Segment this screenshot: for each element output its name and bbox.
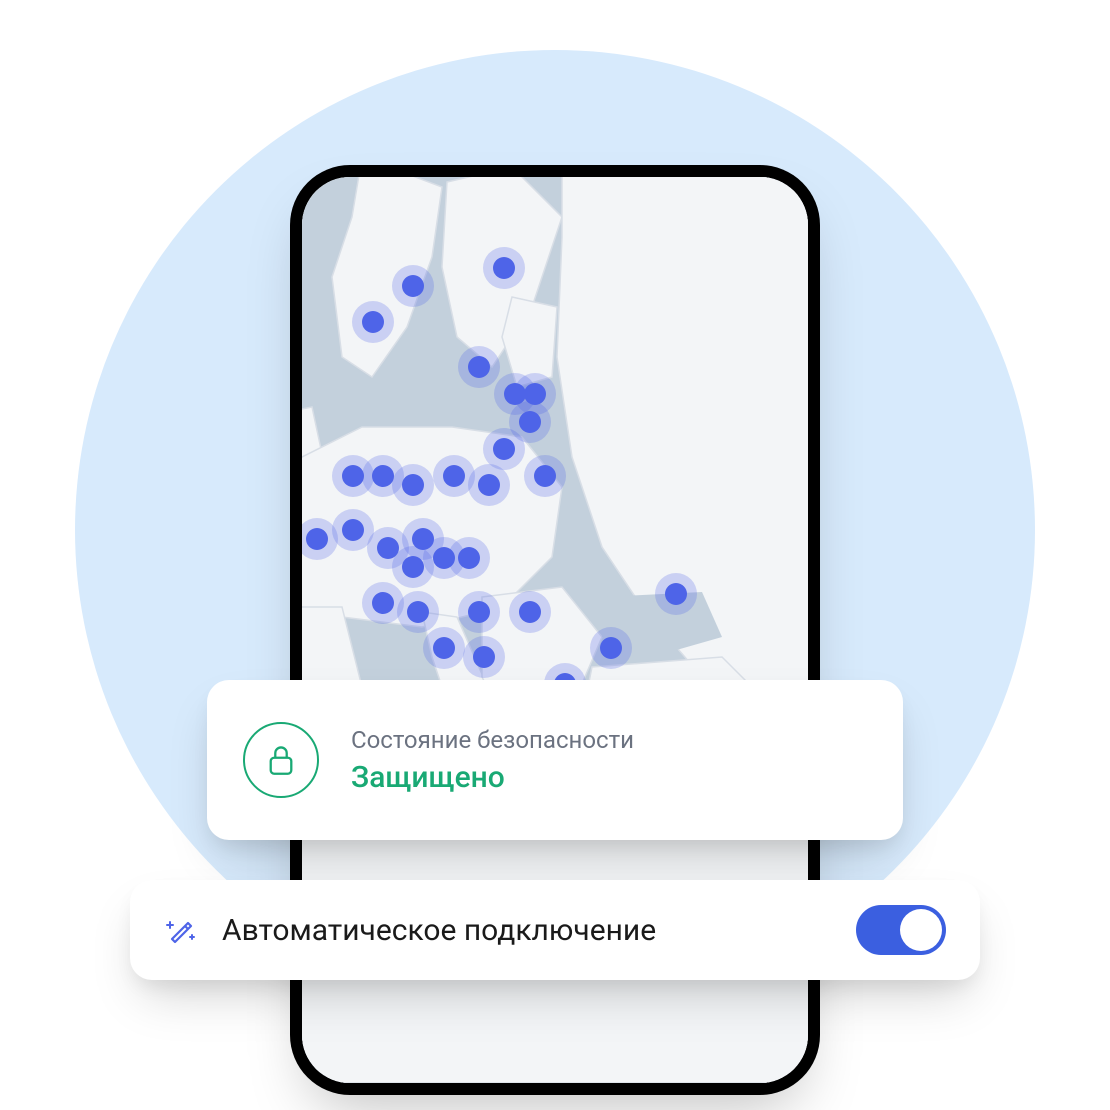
toggle-knob bbox=[900, 909, 942, 951]
lock-icon bbox=[267, 744, 295, 776]
server-dot[interactable] bbox=[473, 646, 495, 668]
server-dot[interactable] bbox=[362, 311, 384, 333]
security-status-card: Состояние безопасности Защищено bbox=[207, 680, 903, 840]
server-dot[interactable] bbox=[493, 438, 515, 460]
server-dot[interactable] bbox=[534, 465, 556, 487]
server-dot[interactable] bbox=[468, 356, 490, 378]
server-dot[interactable] bbox=[342, 519, 364, 541]
server-dot[interactable] bbox=[407, 601, 429, 623]
server-dot[interactable] bbox=[600, 637, 622, 659]
server-dot[interactable] bbox=[402, 474, 424, 496]
server-dot[interactable] bbox=[458, 547, 480, 569]
server-dot[interactable] bbox=[519, 411, 541, 433]
server-dot[interactable] bbox=[306, 528, 328, 550]
autoconnect-left: Автоматическое подключение bbox=[164, 913, 656, 948]
server-dot[interactable] bbox=[402, 556, 424, 578]
magic-wand-icon bbox=[164, 913, 198, 947]
server-dot[interactable] bbox=[443, 465, 465, 487]
server-dot[interactable] bbox=[372, 465, 394, 487]
server-dot[interactable] bbox=[478, 474, 500, 496]
status-label: Состояние безопасности bbox=[351, 726, 634, 754]
lock-icon-circle bbox=[243, 722, 319, 798]
status-value: Защищено bbox=[351, 760, 634, 795]
autoconnect-label: Автоматическое подключение bbox=[222, 913, 656, 948]
server-dot[interactable] bbox=[342, 465, 364, 487]
server-dot[interactable] bbox=[433, 637, 455, 659]
server-dot[interactable] bbox=[372, 592, 394, 614]
server-dot[interactable] bbox=[468, 601, 490, 623]
autoconnect-toggle[interactable] bbox=[856, 905, 946, 955]
autoconnect-card: Автоматическое подключение bbox=[130, 880, 980, 980]
server-dot[interactable] bbox=[493, 257, 515, 279]
server-dot[interactable] bbox=[519, 601, 541, 623]
server-dot[interactable] bbox=[402, 275, 424, 297]
status-text-group: Состояние безопасности Защищено bbox=[351, 726, 634, 795]
server-dot[interactable] bbox=[665, 583, 687, 605]
